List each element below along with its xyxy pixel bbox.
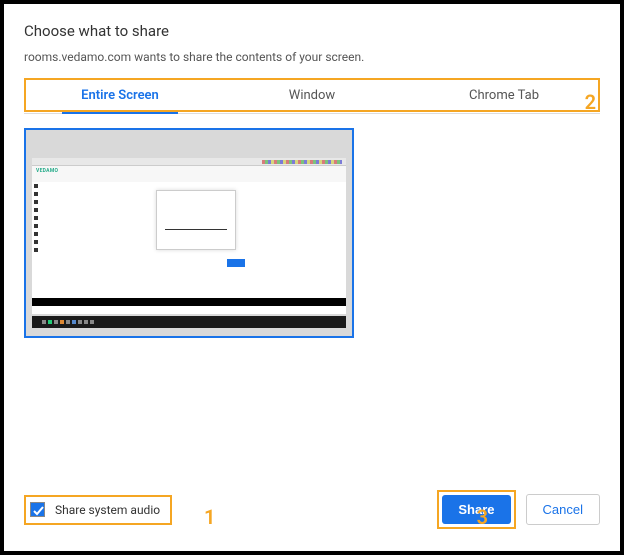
action-buttons: Share Cancel: [437, 490, 600, 529]
share-type-tabs: Entire Screen Window Chrome Tab: [24, 80, 600, 114]
screen-thumbnail[interactable]: VEDAMO: [24, 128, 354, 338]
dialog-title: Choose what to share: [24, 22, 600, 40]
thumbnail-app-logo: VEDAMO: [36, 168, 58, 174]
preview-area: VEDAMO: [24, 114, 600, 484]
dialog-subtitle: rooms.vedamo.com wants to share the cont…: [24, 50, 600, 64]
tabs-container: Entire Screen Window Chrome Tab: [24, 80, 600, 114]
share-dialog: Choose what to share rooms.vedamo.com wa…: [4, 4, 620, 551]
annotation-box-checkbox: Share system audio: [24, 495, 172, 525]
annotation-box-share: Share: [437, 490, 515, 529]
share-audio-label: Share system audio: [55, 503, 160, 517]
share-audio-checkbox[interactable]: [30, 502, 45, 517]
tab-entire-screen[interactable]: Entire Screen: [24, 80, 216, 113]
tab-chrome-tab[interactable]: Chrome Tab: [408, 80, 600, 113]
tab-window[interactable]: Window: [216, 80, 408, 113]
dialog-footer: Share system audio Share Cancel: [24, 484, 600, 537]
cancel-button[interactable]: Cancel: [526, 494, 600, 525]
share-button[interactable]: Share: [442, 495, 510, 524]
checkmark-icon: [31, 503, 46, 518]
